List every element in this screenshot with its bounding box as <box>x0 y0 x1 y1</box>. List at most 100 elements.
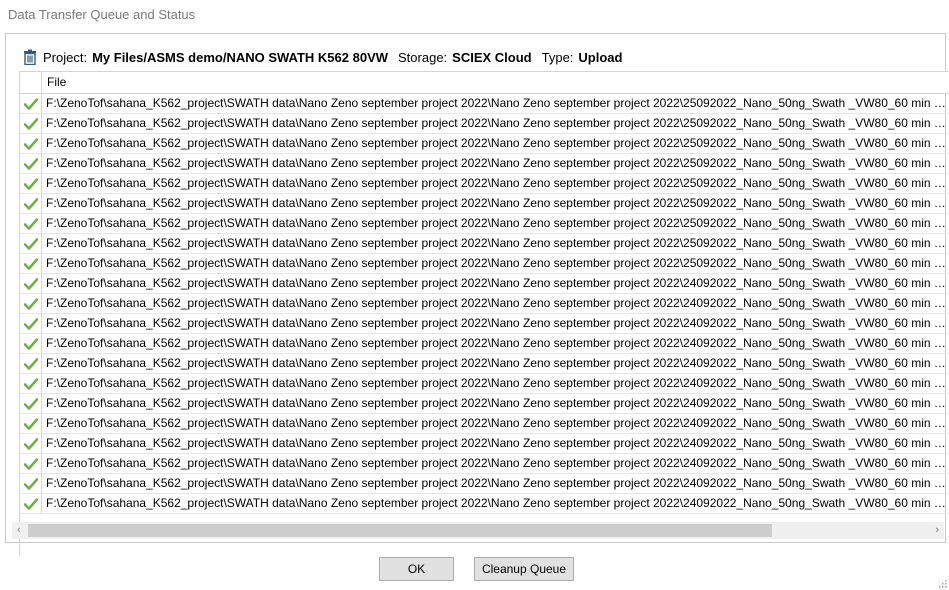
table-row[interactable]: F:\ZenoTof\sahana_K562_project\SWATH dat… <box>20 394 948 414</box>
transfer-panel: Project: My Files/ASMS demo/NANO SWATH K… <box>5 33 948 556</box>
status-cell <box>20 234 42 253</box>
file-path-cell: F:\ZenoTof\sahana_K562_project\SWATH dat… <box>46 176 946 190</box>
scrollbar-thumb[interactable] <box>28 524 772 537</box>
check-icon <box>23 157 38 170</box>
file-path-cell: F:\ZenoTof\sahana_K562_project\SWATH dat… <box>46 116 946 130</box>
storage-value: SCIEX Cloud <box>452 49 532 65</box>
file-path-cell: F:\ZenoTof\sahana_K562_project\SWATH dat… <box>46 376 946 390</box>
table-row[interactable]: F:\ZenoTof\sahana_K562_project\SWATH dat… <box>20 334 948 354</box>
status-cell <box>20 394 42 413</box>
table-row[interactable]: F:\ZenoTof\sahana_K562_project\SWATH dat… <box>20 494 948 514</box>
table-row[interactable]: F:\ZenoTof\sahana_K562_project\SWATH dat… <box>20 274 948 294</box>
check-icon <box>23 317 38 330</box>
file-path-cell: F:\ZenoTof\sahana_K562_project\SWATH dat… <box>46 276 946 290</box>
grid-rows: F:\ZenoTof\sahana_K562_project\SWATH dat… <box>20 94 948 514</box>
status-cell <box>20 454 42 473</box>
cleanup-queue-button[interactable]: Cleanup Queue <box>474 557 574 581</box>
status-cell <box>20 154 42 173</box>
file-path-cell: F:\ZenoTof\sahana_K562_project\SWATH dat… <box>46 436 946 450</box>
file-path-cell: F:\ZenoTof\sahana_K562_project\SWATH dat… <box>46 296 946 310</box>
file-path-cell: F:\ZenoTof\sahana_K562_project\SWATH dat… <box>46 196 946 210</box>
file-path-cell: F:\ZenoTof\sahana_K562_project\SWATH dat… <box>46 256 946 270</box>
check-icon <box>23 177 38 190</box>
table-row[interactable]: F:\ZenoTof\sahana_K562_project\SWATH dat… <box>20 234 948 254</box>
status-cell <box>20 314 42 333</box>
table-row[interactable]: F:\ZenoTof\sahana_K562_project\SWATH dat… <box>20 254 948 274</box>
table-row[interactable]: F:\ZenoTof\sahana_K562_project\SWATH dat… <box>20 294 948 314</box>
status-cell <box>20 434 42 453</box>
check-icon <box>23 437 38 450</box>
table-row[interactable]: F:\ZenoTof\sahana_K562_project\SWATH dat… <box>20 414 948 434</box>
check-icon <box>23 217 38 230</box>
status-cell <box>20 354 42 373</box>
project-label: Project: <box>43 49 88 65</box>
file-path-cell: F:\ZenoTof\sahana_K562_project\SWATH dat… <box>46 336 946 350</box>
table-row[interactable]: F:\ZenoTof\sahana_K562_project\SWATH dat… <box>20 154 948 174</box>
status-cell <box>20 194 42 213</box>
check-icon <box>23 277 38 290</box>
table-row[interactable]: F:\ZenoTof\sahana_K562_project\SWATH dat… <box>20 374 948 394</box>
file-path-cell: F:\ZenoTof\sahana_K562_project\SWATH dat… <box>46 356 946 370</box>
table-row[interactable]: F:\ZenoTof\sahana_K562_project\SWATH dat… <box>20 94 948 114</box>
file-path-cell: F:\ZenoTof\sahana_K562_project\SWATH dat… <box>46 156 946 170</box>
check-icon <box>23 97 38 110</box>
project-value: My Files/ASMS demo/NANO SWATH K562 80VW <box>92 49 389 65</box>
file-path-cell: F:\ZenoTof\sahana_K562_project\SWATH dat… <box>46 416 946 430</box>
file-path-cell: F:\ZenoTof\sahana_K562_project\SWATH dat… <box>46 496 946 510</box>
check-icon <box>23 197 38 210</box>
table-row[interactable]: F:\ZenoTof\sahana_K562_project\SWATH dat… <box>20 174 948 194</box>
grid-header: File <box>20 72 948 94</box>
status-column-header <box>20 72 42 93</box>
table-row[interactable]: F:\ZenoTof\sahana_K562_project\SWATH dat… <box>20 314 948 334</box>
horizontal-scrollbar[interactable]: ‹ › <box>12 522 944 539</box>
status-cell <box>20 114 42 133</box>
file-column-header[interactable]: File <box>42 72 66 93</box>
file-path-cell: F:\ZenoTof\sahana_K562_project\SWATH dat… <box>46 236 946 250</box>
file-path-cell: F:\ZenoTof\sahana_K562_project\SWATH dat… <box>46 216 946 230</box>
check-icon <box>23 397 38 410</box>
status-cell <box>20 254 42 273</box>
table-row[interactable]: F:\ZenoTof\sahana_K562_project\SWATH dat… <box>20 194 948 214</box>
file-path-cell: F:\ZenoTof\sahana_K562_project\SWATH dat… <box>46 456 946 470</box>
status-cell <box>20 494 42 513</box>
status-cell <box>20 214 42 233</box>
file-path-cell: F:\ZenoTof\sahana_K562_project\SWATH dat… <box>46 316 946 330</box>
check-icon <box>23 477 38 490</box>
trash-icon[interactable] <box>22 49 38 65</box>
table-row[interactable]: F:\ZenoTof\sahana_K562_project\SWATH dat… <box>20 134 948 154</box>
status-cell <box>20 414 42 433</box>
check-icon <box>23 337 38 350</box>
table-row[interactable]: F:\ZenoTof\sahana_K562_project\SWATH dat… <box>20 354 948 374</box>
check-icon <box>23 357 38 370</box>
status-cell <box>20 134 42 153</box>
status-cell <box>20 294 42 313</box>
window-title: Data Transfer Queue and Status <box>8 7 196 22</box>
check-icon <box>23 257 38 270</box>
file-path-cell: F:\ZenoTof\sahana_K562_project\SWATH dat… <box>46 136 946 150</box>
check-icon <box>23 237 38 250</box>
status-cell <box>20 94 42 113</box>
file-path-cell: F:\ZenoTof\sahana_K562_project\SWATH dat… <box>46 396 946 410</box>
status-cell <box>20 474 42 493</box>
table-row[interactable]: F:\ZenoTof\sahana_K562_project\SWATH dat… <box>20 434 948 454</box>
table-row[interactable]: F:\ZenoTof\sahana_K562_project\SWATH dat… <box>20 474 948 494</box>
storage-label: Storage: <box>398 49 448 65</box>
status-cell <box>20 174 42 193</box>
scroll-left-arrow[interactable]: ‹ <box>17 524 21 537</box>
type-value: Upload <box>578 49 623 65</box>
check-icon <box>23 497 38 510</box>
check-icon <box>23 117 38 130</box>
info-bar: Project: My Files/ASMS demo/NANO SWATH K… <box>22 48 632 66</box>
table-row[interactable]: F:\ZenoTof\sahana_K562_project\SWATH dat… <box>20 214 948 234</box>
status-cell <box>20 334 42 353</box>
table-row[interactable]: F:\ZenoTof\sahana_K562_project\SWATH dat… <box>20 454 948 474</box>
check-icon <box>23 297 38 310</box>
table-row[interactable]: F:\ZenoTof\sahana_K562_project\SWATH dat… <box>20 114 948 134</box>
ok-button[interactable]: OK <box>379 557 454 581</box>
check-icon <box>23 457 38 470</box>
file-grid[interactable]: File F:\ZenoTof\sahana_K562_project\SWAT… <box>19 71 948 556</box>
file-path-cell: F:\ZenoTof\sahana_K562_project\SWATH dat… <box>46 476 946 490</box>
resize-grip-icon[interactable] <box>937 578 947 588</box>
scroll-right-arrow[interactable]: › <box>935 524 939 537</box>
check-icon <box>23 417 38 430</box>
